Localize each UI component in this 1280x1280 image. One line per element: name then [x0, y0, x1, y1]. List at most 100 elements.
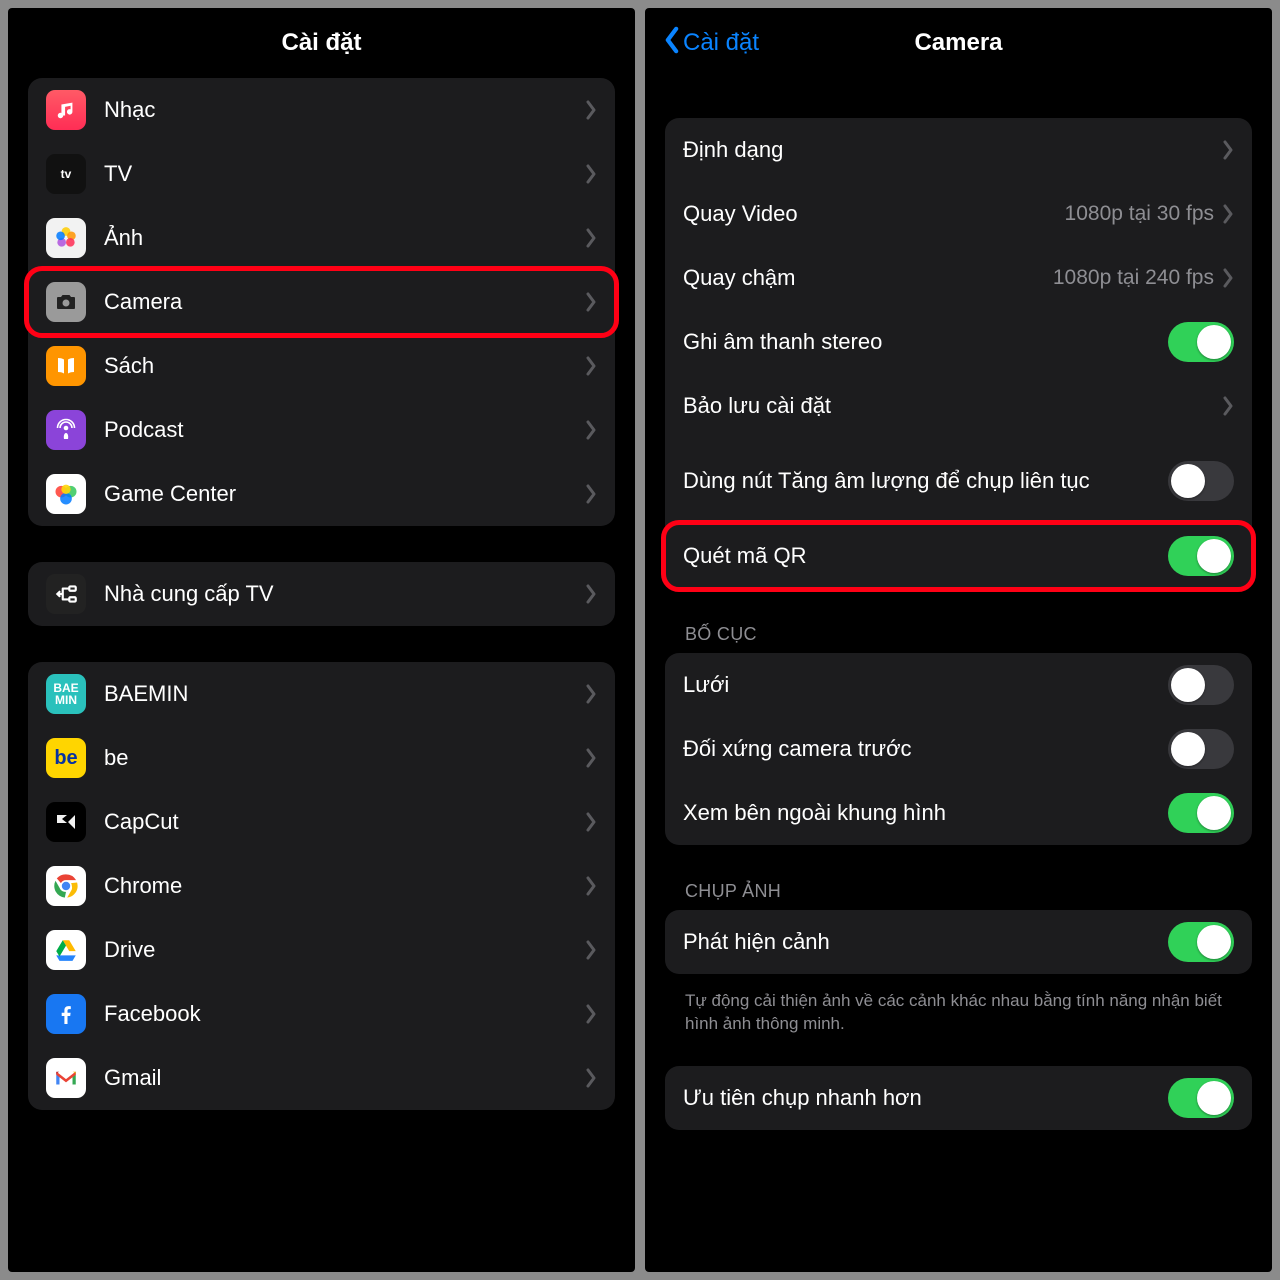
settings-row-podcast[interactable]: Podcast [28, 398, 615, 462]
gmail-icon [46, 1058, 86, 1098]
settings-row-baemin[interactable]: BAEMIN BAEMIN [28, 662, 615, 726]
row-label: Quay chậm [683, 264, 1053, 292]
toggle-outside[interactable] [1168, 793, 1234, 833]
row-label: Podcast [104, 416, 585, 444]
setting-qr[interactable]: Quét mã QR [665, 524, 1252, 588]
row-label: Sách [104, 352, 585, 380]
gc-icon [46, 474, 86, 514]
music-icon [46, 90, 86, 130]
setting-grid[interactable]: Lưới [665, 653, 1252, 717]
setting-preserve[interactable]: Bảo lưu cài đặt [665, 374, 1252, 438]
chevron-right-icon [585, 100, 597, 120]
chevron-right-icon [585, 484, 597, 504]
chevron-right-icon [585, 228, 597, 248]
row-label: Bảo lưu cài đặt [683, 392, 1222, 420]
chevron-right-icon [585, 420, 597, 440]
setting-volburst[interactable]: Dùng nút Tăng âm lượng để chụp liên tục [665, 438, 1252, 524]
chevron-right-icon [585, 584, 597, 604]
chevron-right-icon [585, 684, 597, 704]
row-label: Lưới [683, 671, 1168, 699]
setting-slomo[interactable]: Quay chậm1080p tại 240 fps [665, 246, 1252, 310]
chevron-right-icon [585, 1068, 597, 1088]
page-title: Cài đặt [8, 8, 635, 78]
prov-icon [46, 574, 86, 614]
toggle-fastshot[interactable] [1168, 1078, 1234, 1118]
back-label: Cài đặt [683, 29, 759, 57]
row-label: Ảnh [104, 224, 585, 252]
row-label: Facebook [104, 1000, 585, 1028]
podcast-icon [46, 410, 86, 450]
settings-row-fb[interactable]: Facebook [28, 982, 615, 1046]
camera-settings-list: Định dạngQuay Video1080p tại 30 fpsQuay … [645, 78, 1272, 1272]
row-label: Phát hiện cảnh [683, 928, 1168, 956]
settings-row-drive[interactable]: Drive [28, 918, 615, 982]
chevron-right-icon [1222, 140, 1234, 160]
baemin-icon: BAEMIN [46, 674, 86, 714]
title-label: Camera [914, 29, 1002, 57]
row-label: Định dạng [683, 136, 1222, 164]
chrome-icon [46, 866, 86, 906]
row-label: Nhà cung cấp TV [104, 580, 585, 608]
toggle-mirror[interactable] [1168, 729, 1234, 769]
setting-mirror[interactable]: Đối xứng camera trước [665, 717, 1252, 781]
chevron-right-icon [1222, 204, 1234, 224]
settings-row-music[interactable]: Nhạc [28, 78, 615, 142]
chevron-right-icon [585, 940, 597, 960]
setting-fastshot[interactable]: Ưu tiên chụp nhanh hơn [665, 1066, 1252, 1130]
toggle-stereo[interactable] [1168, 322, 1234, 362]
settings-row-chrome[interactable]: Chrome [28, 854, 615, 918]
row-label: CapCut [104, 808, 585, 836]
row-label: be [104, 744, 585, 772]
toggle-volburst[interactable] [1168, 461, 1234, 501]
camera-icon [46, 282, 86, 322]
toggle-qr[interactable] [1168, 536, 1234, 576]
be-icon: be [46, 738, 86, 778]
row-label: Ưu tiên chụp nhanh hơn [683, 1084, 1168, 1112]
settings-list: Nhạc tvTV Ảnh Camera Sách Podcast Game Center… [8, 78, 635, 1272]
section-footer: Tự động cải thiện ảnh về các cảnh khác n… [665, 982, 1252, 1036]
camera-settings-pane: Cài đặt Camera Định dạngQuay Video1080p … [645, 8, 1272, 1272]
capcut-icon [46, 802, 86, 842]
settings-row-photos[interactable]: Ảnh [28, 206, 615, 270]
settings-row-capcut[interactable]: CapCut [28, 790, 615, 854]
section-header: CHỤP ẢNH [665, 881, 1252, 910]
settings-row-prov[interactable]: Nhà cung cấp TV [28, 562, 615, 626]
settings-row-tv[interactable]: tvTV [28, 142, 615, 206]
section-header: BỐ CỤC [665, 624, 1252, 653]
chevron-right-icon [1222, 268, 1234, 288]
back-button[interactable]: Cài đặt [663, 26, 759, 61]
chevron-left-icon [663, 26, 681, 61]
setting-recvid[interactable]: Quay Video1080p tại 30 fps [665, 182, 1252, 246]
chevron-right-icon [585, 292, 597, 312]
row-label: Dùng nút Tăng âm lượng để chụp liên tục [683, 467, 1168, 495]
chevron-right-icon [585, 812, 597, 832]
row-label: Nhạc [104, 96, 585, 124]
chevron-right-icon [585, 1004, 597, 1024]
settings-row-books[interactable]: Sách [28, 334, 615, 398]
settings-row-gc[interactable]: Game Center [28, 462, 615, 526]
tv-icon: tv [46, 154, 86, 194]
row-label: Xem bên ngoài khung hình [683, 799, 1168, 827]
row-value: 1080p tại 240 fps [1053, 266, 1214, 290]
row-label: BAEMIN [104, 680, 585, 708]
row-label: Camera [104, 288, 585, 316]
chevron-right-icon [1222, 396, 1234, 416]
drive-icon [46, 930, 86, 970]
setting-scene[interactable]: Phát hiện cảnh [665, 910, 1252, 974]
toggle-grid[interactable] [1168, 665, 1234, 705]
photos-icon [46, 218, 86, 258]
books-icon [46, 346, 86, 386]
setting-outside[interactable]: Xem bên ngoài khung hình [665, 781, 1252, 845]
settings-row-gmail[interactable]: Gmail [28, 1046, 615, 1110]
row-label: Game Center [104, 480, 585, 508]
row-label: Quét mã QR [683, 542, 1168, 570]
setting-stereo[interactable]: Ghi âm thanh stereo [665, 310, 1252, 374]
chevron-right-icon [585, 164, 597, 184]
setting-format[interactable]: Định dạng [665, 118, 1252, 182]
settings-row-camera[interactable]: Camera [28, 270, 615, 334]
settings-row-be[interactable]: bebe [28, 726, 615, 790]
row-label: Chrome [104, 872, 585, 900]
row-label: Quay Video [683, 200, 1065, 228]
page-title: Cài đặt Camera [645, 8, 1272, 78]
toggle-scene[interactable] [1168, 922, 1234, 962]
